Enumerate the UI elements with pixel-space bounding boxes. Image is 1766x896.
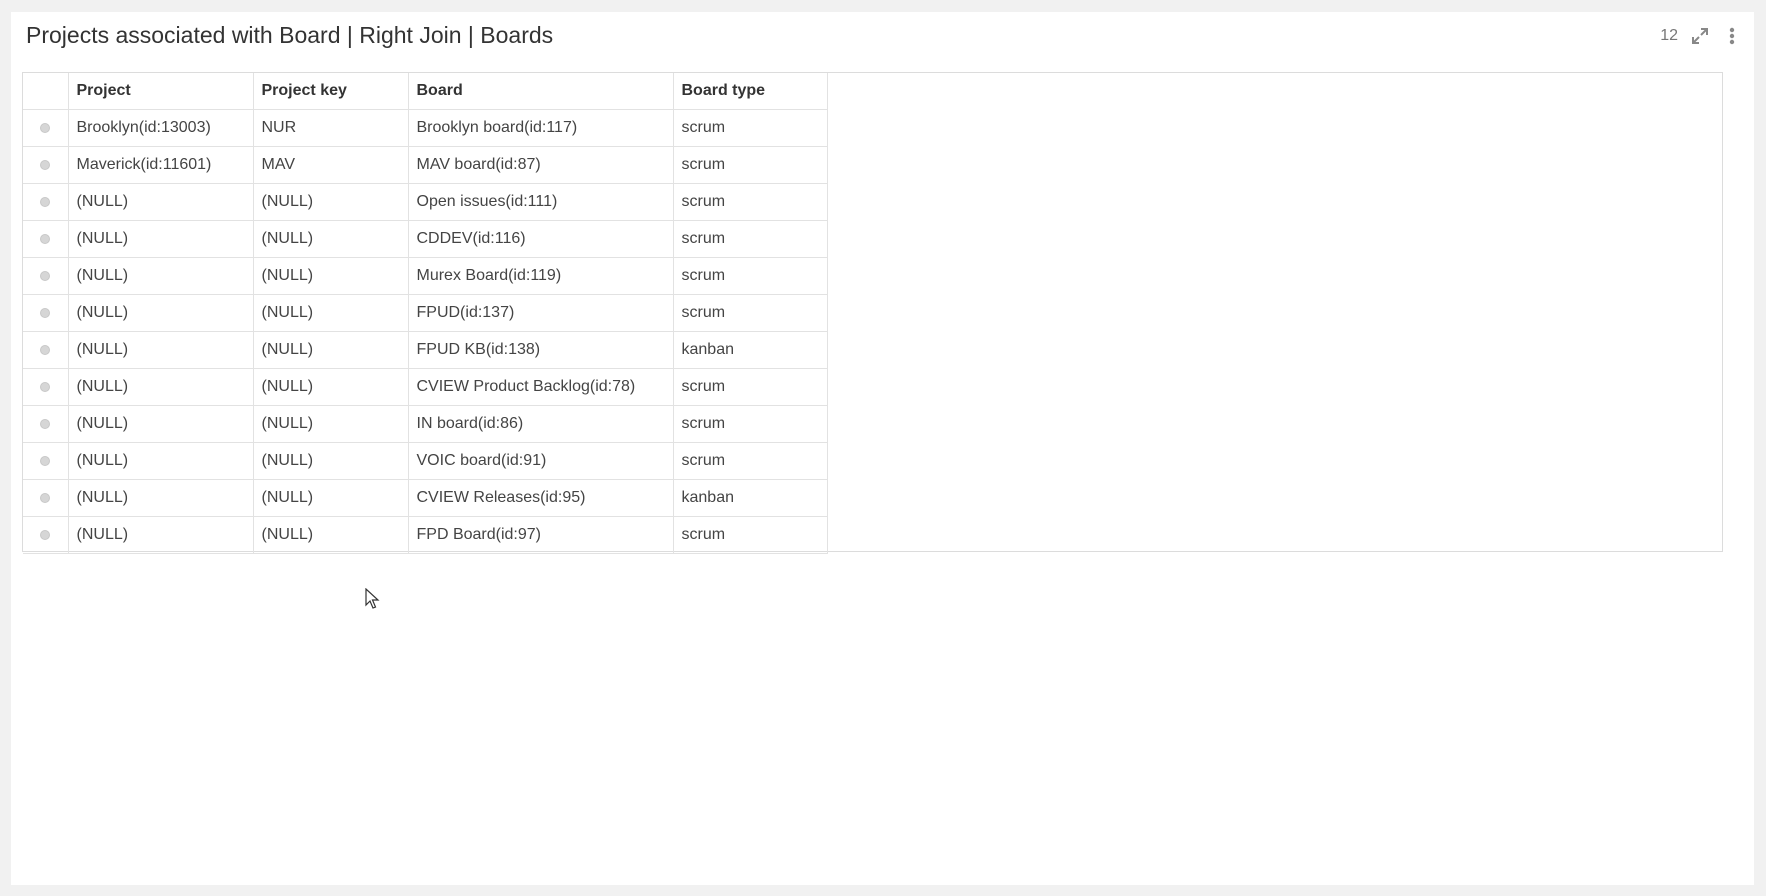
- row-select-cell[interactable]: [23, 220, 69, 258]
- expand-icon[interactable]: [1690, 25, 1710, 47]
- cell-project-key: (NULL): [253, 257, 409, 295]
- cell-project: Maverick(id:11601): [68, 146, 254, 184]
- cell-board-type: scrum: [673, 146, 828, 184]
- more-vertical-icon[interactable]: [1722, 25, 1742, 47]
- cell-board: Brooklyn board(id:117): [408, 109, 674, 147]
- row-select-cell[interactable]: [23, 109, 69, 147]
- cell-project-key: (NULL): [253, 294, 409, 332]
- cell-board-type: scrum: [673, 294, 828, 332]
- cell-board-type: scrum: [673, 442, 828, 480]
- row-select-radio[interactable]: [40, 159, 51, 170]
- row-select-cell[interactable]: [23, 405, 69, 443]
- cell-project: (NULL): [68, 368, 254, 406]
- cell-board: VOIC board(id:91): [408, 442, 674, 480]
- cell-project-key: (NULL): [253, 442, 409, 480]
- cell-project-key: (NULL): [253, 183, 409, 221]
- table-row[interactable]: (NULL) (NULL) FPUD(id:137) scrum: [23, 294, 828, 332]
- cell-board: CVIEW Releases(id:95): [408, 479, 674, 517]
- cell-board-type: scrum: [673, 405, 828, 443]
- mouse-cursor-icon: [365, 588, 380, 609]
- cell-project: (NULL): [68, 220, 254, 258]
- row-select-radio[interactable]: [40, 418, 51, 429]
- cell-board-type: scrum: [673, 220, 828, 258]
- row-select-cell[interactable]: [23, 257, 69, 295]
- cell-board: Murex Board(id:119): [408, 257, 674, 295]
- table-row[interactable]: (NULL) (NULL) CDDEV(id:116) scrum: [23, 220, 828, 258]
- row-select-radio[interactable]: [40, 529, 51, 540]
- panel-toolbar: 12: [1660, 24, 1742, 48]
- cell-project: (NULL): [68, 294, 254, 332]
- row-count: 12: [1660, 27, 1678, 44]
- cell-board-type: kanban: [673, 331, 828, 369]
- column-header-board[interactable]: Board: [408, 73, 674, 110]
- table-row[interactable]: (NULL) (NULL) VOIC board(id:91) scrum: [23, 442, 828, 480]
- table-row[interactable]: (NULL) (NULL) CVIEW Product Backlog(id:78)…: [23, 368, 828, 406]
- cell-project: (NULL): [68, 516, 254, 554]
- column-header-board-type[interactable]: Board type: [673, 73, 828, 110]
- panel-title: Projects associated with Board | Right J…: [26, 22, 554, 48]
- cell-project: (NULL): [68, 257, 254, 295]
- table-row[interactable]: (NULL) (NULL) Murex Board(id:119) scrum: [23, 257, 828, 295]
- cell-project-key: (NULL): [253, 405, 409, 443]
- row-select-radio[interactable]: [40, 455, 51, 466]
- cell-project: Brooklyn(id:13003): [68, 109, 254, 147]
- cell-board: MAV board(id:87): [408, 146, 674, 184]
- row-select-cell[interactable]: [23, 368, 69, 406]
- row-select-radio[interactable]: [40, 233, 51, 244]
- cell-board-type: scrum: [673, 516, 828, 554]
- cell-project: (NULL): [68, 405, 254, 443]
- cell-project: (NULL): [68, 331, 254, 369]
- row-select-radio[interactable]: [40, 270, 51, 281]
- row-select-cell[interactable]: [23, 479, 69, 517]
- column-header-project-key[interactable]: Project key: [253, 73, 409, 110]
- row-select-cell[interactable]: [23, 516, 69, 554]
- cell-board: CDDEV(id:116): [408, 220, 674, 258]
- cell-board-type: kanban: [673, 479, 828, 517]
- table-row[interactable]: Brooklyn(id:13003) NUR Brooklyn board(id:1…: [23, 109, 828, 147]
- row-select-cell[interactable]: [23, 294, 69, 332]
- cell-project-key: (NULL): [253, 479, 409, 517]
- cell-board-type: scrum: [673, 109, 828, 147]
- cell-board: FPUD KB(id:138): [408, 331, 674, 369]
- cell-board: FPD Board(id:97): [408, 516, 674, 554]
- cell-board: CVIEW Product Backlog(id:78): [408, 368, 674, 406]
- cell-project: (NULL): [68, 479, 254, 517]
- cell-project-key: (NULL): [253, 516, 409, 554]
- results-table: Project Project key Board Board type Bro…: [23, 73, 828, 554]
- row-select-cell[interactable]: [23, 331, 69, 369]
- cell-project-key: (NULL): [253, 220, 409, 258]
- cell-board: FPUD(id:137): [408, 294, 674, 332]
- cell-project-key: (NULL): [253, 331, 409, 369]
- row-select-radio[interactable]: [40, 196, 51, 207]
- cell-board-type: scrum: [673, 183, 828, 221]
- cell-project-key: NUR: [253, 109, 409, 147]
- row-select-radio[interactable]: [40, 344, 51, 355]
- table-row[interactable]: (NULL) (NULL) IN board(id:86) scrum: [23, 405, 828, 443]
- row-select-radio[interactable]: [40, 307, 51, 318]
- cell-project-key: (NULL): [253, 368, 409, 406]
- column-header-project[interactable]: Project: [68, 73, 254, 110]
- cell-project: (NULL): [68, 183, 254, 221]
- table-row[interactable]: (NULL) (NULL) FPD Board(id:97) scrum: [23, 516, 828, 554]
- row-select-cell[interactable]: [23, 146, 69, 184]
- table-row[interactable]: (NULL) (NULL) FPUD KB(id:138) kanban: [23, 331, 828, 369]
- cell-board-type: scrum: [673, 368, 828, 406]
- row-select-cell[interactable]: [23, 442, 69, 480]
- row-select-radio[interactable]: [40, 492, 51, 503]
- cell-project-key: MAV: [253, 146, 409, 184]
- cell-board: IN board(id:86): [408, 405, 674, 443]
- dashboard-panel: Projects associated with Board | Right J…: [11, 12, 1754, 885]
- row-select-cell[interactable]: [23, 183, 69, 221]
- table-row[interactable]: (NULL) (NULL) CVIEW Releases(id:95) kanban: [23, 479, 828, 517]
- table-row[interactable]: Maverick(id:11601) MAV MAV board(id:87) scr…: [23, 146, 828, 184]
- cell-board: Open issues(id:111): [408, 183, 674, 221]
- table-header-row: Project Project key Board Board type: [23, 73, 828, 110]
- select-column-header: [23, 73, 69, 110]
- row-select-radio[interactable]: [40, 381, 51, 392]
- cell-project: (NULL): [68, 442, 254, 480]
- row-select-radio[interactable]: [40, 122, 51, 133]
- results-table-container: Project Project key Board Board type Bro…: [22, 72, 1723, 554]
- cell-board-type: scrum: [673, 257, 828, 295]
- table-row[interactable]: (NULL) (NULL) Open issues(id:111) scrum: [23, 183, 828, 221]
